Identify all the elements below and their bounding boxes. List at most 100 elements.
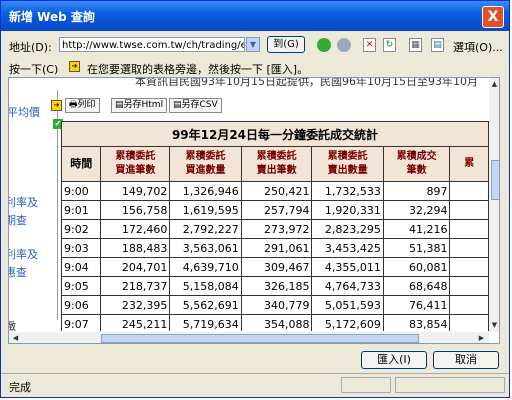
value-cell: 291,061 (240, 238, 313, 258)
value-cell: 5,172,609 (311, 314, 384, 331)
time-cell: 9:05 (61, 276, 102, 296)
bg-label: 利率及 (8, 196, 38, 209)
vertical-scroll-thumb[interactable] (491, 160, 499, 200)
table-row: 9:05 218,737 5,158,084 326,185 4,764,733 68,6… (61, 276, 489, 296)
value-cell: 1,326,946 (169, 181, 242, 201)
refresh-icon[interactable]: ↻ (383, 38, 396, 52)
time-cell: 9:06 (61, 295, 102, 315)
column-header: 累積委託 賣出筆數 (240, 146, 313, 182)
value-cell: 245,211 (100, 314, 171, 331)
column-header: 累積委託 買進筆數 (100, 146, 171, 182)
web-page-viewport[interactable]: 本資訊自民國93年10月15日起提供，民國96年10月15日至93年10月 平均… (8, 77, 500, 344)
scroll-left-icon[interactable]: ◀ (11, 334, 20, 343)
go-button[interactable]: 到(G) (267, 36, 305, 53)
table-body: 9:00 149,702 1,326,946 250,421 1,732,533 897 9… (61, 181, 489, 331)
hint-instruction: 在您要選取的表格旁邊，然後按一下 [匯入]。 (87, 63, 309, 76)
value-cell: 3,453,425 (311, 238, 384, 258)
scroll-right-icon[interactable]: ▶ (477, 334, 486, 343)
value-cell (449, 276, 489, 296)
value-cell: 60,081 (382, 257, 451, 277)
value-cell (449, 219, 489, 239)
close-button[interactable]: X (482, 6, 504, 28)
trade-stats-table: 99年12月24日每一分鐘委託成交統計 時間 累積委託 買進筆數 累積委託 買進數量… (61, 121, 489, 331)
hint-bar: 按一下(C) ➔ 在您要選取的表格旁邊，然後按一下 [匯入]。 (1, 58, 509, 76)
bg-label: 惠查 (9, 266, 27, 279)
save-query-icon[interactable]: ▤ (431, 38, 444, 52)
value-cell: 218,737 (100, 276, 171, 296)
scroll-down-icon[interactable]: ▼ (490, 321, 499, 330)
dialog-title: 新增 Web 查詢 (9, 10, 95, 24)
value-cell: 83,854 (382, 314, 451, 331)
printer-icon: 🖶 (69, 100, 78, 110)
web-query-dialog: 新增 Web 查詢 X 地址(D): http://www.twse.com.t… (0, 0, 510, 398)
value-cell: 172,460 (100, 219, 171, 239)
time-cell: 9:01 (61, 200, 102, 220)
vertical-scrollbar[interactable] (489, 78, 499, 332)
table-row: 9:01 156,758 1,619,595 257,794 1,920,331 32,2… (61, 200, 489, 220)
time-cell: 9:00 (61, 181, 102, 201)
forward-icon[interactable] (337, 38, 351, 52)
value-cell: 76,411 (382, 295, 451, 315)
time-cell: 9:04 (61, 257, 102, 277)
status-panel (395, 377, 505, 393)
cancel-button[interactable]: 取消 (433, 351, 499, 369)
column-header: 累積委託 買進數量 (169, 146, 242, 182)
print-button[interactable]: 🖶列印 (65, 98, 100, 113)
page-notice: 本資訊自民國93年10月15日起提供，民國96年10月15日至93年10月 (135, 77, 478, 88)
hide-icons-icon[interactable]: ▦ (409, 38, 422, 52)
import-button[interactable]: 匯入(I) (361, 351, 427, 369)
value-cell: 273,972 (240, 219, 313, 239)
stop-icon[interactable]: ✕ (363, 38, 376, 52)
address-input[interactable]: http://www.twse.com.tw/ch/trading/exchan… (59, 37, 245, 52)
table-row: 9:00 149,702 1,326,946 250,421 1,732,533 897 (61, 181, 489, 201)
save-html-button[interactable]: ▤另存Html (111, 98, 168, 113)
hint-click-text: 按一下(C) (9, 63, 59, 76)
table-header-row: 時間 累積委託 買進筆數 累積委託 買進數量 累積委託 賣出筆數 累積委託 賣出數量 累積… (61, 146, 489, 182)
value-cell: 51,381 (382, 238, 451, 258)
time-cell: 9:02 (61, 219, 102, 239)
value-cell: 1,732,533 (311, 181, 384, 201)
options-button[interactable]: 選項(O)... (453, 39, 503, 55)
value-cell: 2,792,227 (169, 219, 242, 239)
value-cell: 340,779 (240, 295, 313, 315)
back-icon[interactable] (317, 38, 331, 52)
value-cell (449, 314, 489, 331)
status-text: 完成 (9, 381, 31, 394)
bg-label: 平均價 (8, 106, 40, 119)
title-bar[interactable]: 新增 Web 查詢 X (1, 1, 509, 31)
column-header: 累積成交 筆數 (382, 146, 451, 182)
value-cell: 149,702 (100, 181, 171, 201)
value-cell: 5,051,593 (311, 295, 384, 315)
value-cell: 5,158,084 (169, 276, 242, 296)
value-cell: 32,294 (382, 200, 451, 220)
value-cell: 4,355,011 (311, 257, 384, 277)
column-header: 累積委託 賣出數量 (311, 146, 384, 182)
table-select-arrow-icon[interactable]: ➔ (51, 100, 62, 111)
bg-label: 利率及 (8, 248, 38, 261)
value-cell: 204,701 (100, 257, 171, 277)
table-row: 9:04 204,701 4,639,710 309,467 4,355,011 60,0… (61, 257, 489, 277)
scroll-up-icon[interactable]: ▲ (490, 80, 499, 89)
value-cell: 250,421 (240, 181, 313, 201)
address-label: 地址(D): (9, 41, 52, 54)
value-cell: 5,719,634 (169, 314, 242, 331)
value-cell: 309,467 (240, 257, 313, 277)
column-header: 累 (449, 146, 489, 182)
column-header: 時間 (61, 146, 102, 182)
value-cell: 354,088 (240, 314, 313, 331)
status-panel (341, 377, 391, 393)
value-cell (449, 181, 489, 201)
time-cell: 9:03 (61, 238, 102, 258)
address-dropdown-button[interactable]: ▼ (246, 37, 260, 52)
value-cell: 4,764,733 (311, 276, 384, 296)
value-cell: 897 (382, 181, 451, 201)
value-cell: 188,483 (100, 238, 171, 258)
value-cell: 3,563,061 (169, 238, 242, 258)
value-cell: 4,639,710 (169, 257, 242, 277)
save-csv-button[interactable]: ▤另存CSV (169, 98, 222, 113)
bg-label: 期查 (9, 214, 27, 227)
value-cell: 2,823,295 (311, 219, 384, 239)
value-cell (449, 200, 489, 220)
value-cell: 41,216 (382, 219, 451, 239)
horizontal-scroll-thumb[interactable] (101, 334, 419, 343)
